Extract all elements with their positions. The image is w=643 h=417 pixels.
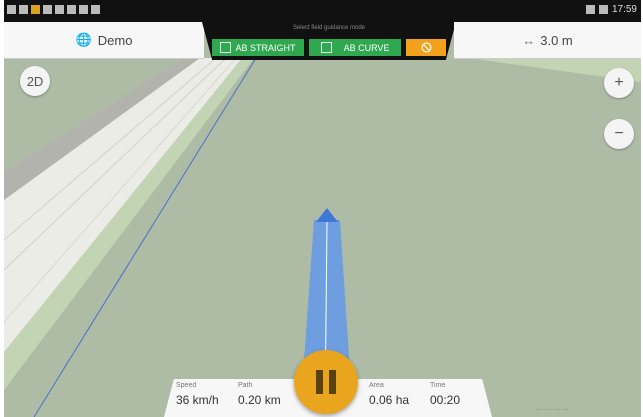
zoom-out-button[interactable]: − bbox=[604, 119, 634, 149]
stat-label: Path bbox=[238, 382, 253, 389]
view-2d-button[interactable]: 2D bbox=[20, 66, 50, 96]
stat-path: Path 0.20 km bbox=[238, 382, 281, 407]
stat-label: Speed bbox=[176, 382, 197, 389]
globe-icon: 🌐 bbox=[75, 32, 92, 47]
stat-value: 0.06 ha bbox=[369, 393, 410, 407]
stat-label: Area bbox=[369, 382, 384, 389]
implement-width-selector[interactable]: ↔ 3.0 m bbox=[454, 22, 641, 59]
ab-straight-button[interactable]: AB STRAIGHT bbox=[212, 39, 304, 56]
guidance-mode-panel: Select field guidance mode AB STRAIGHT A… bbox=[202, 22, 456, 60]
clock: 17:59 bbox=[611, 4, 637, 15]
checkbox-icon bbox=[320, 42, 332, 53]
signal-icon bbox=[585, 5, 595, 14]
minus-icon: − bbox=[614, 125, 624, 142]
notification-icon bbox=[67, 5, 76, 14]
checkbox-icon bbox=[220, 42, 232, 53]
notification-icon bbox=[55, 5, 64, 14]
system-status: 17:59 bbox=[585, 4, 637, 15]
ab-straight-label: AB STRAIGHT bbox=[235, 42, 296, 53]
battery-icon bbox=[598, 5, 608, 14]
stat-label: Time bbox=[430, 382, 446, 389]
notification-icon bbox=[79, 5, 88, 14]
ab-curve-button[interactable]: AB CURVE bbox=[309, 39, 401, 56]
notification-icon bbox=[91, 5, 100, 14]
profile-selector[interactable]: 🌐 Demo bbox=[4, 22, 204, 59]
width-arrows-icon: ↔ bbox=[522, 32, 536, 48]
ab-curve-label: AB CURVE bbox=[343, 42, 390, 53]
stat-time: Time 00:20 bbox=[430, 382, 460, 407]
profile-label: Demo bbox=[97, 32, 133, 48]
stat-speed: Speed 36 km/h bbox=[176, 382, 219, 407]
stat-area: Area 0.06 ha bbox=[369, 382, 409, 407]
pause-button[interactable] bbox=[294, 350, 358, 414]
app-screen: 17:59 🌐 Demo Select field guidance mode … bbox=[4, 0, 641, 417]
stat-value: 0.20 km bbox=[238, 393, 281, 407]
width-label: 3.0 m bbox=[540, 32, 573, 48]
notification-icon bbox=[43, 5, 52, 14]
zoom-in-button[interactable]: + bbox=[604, 68, 634, 98]
notification-icons bbox=[7, 5, 100, 14]
status-bar: 17:59 bbox=[4, 0, 641, 22]
no-entry-icon bbox=[420, 42, 432, 53]
plus-icon: + bbox=[614, 74, 624, 91]
view-2d-label: 2D bbox=[26, 73, 44, 89]
mode-caption: Select field guidance mode bbox=[292, 25, 366, 31]
stat-value: 00:20 bbox=[430, 393, 461, 407]
notification-icon bbox=[7, 5, 16, 14]
stat-value: 36 km/h bbox=[176, 393, 219, 407]
notification-icon bbox=[19, 5, 28, 14]
cancel-mode-button[interactable] bbox=[406, 39, 446, 56]
notification-icon bbox=[31, 5, 40, 14]
map-attribution: ···· ······ ··· ···· bbox=[536, 407, 569, 413]
